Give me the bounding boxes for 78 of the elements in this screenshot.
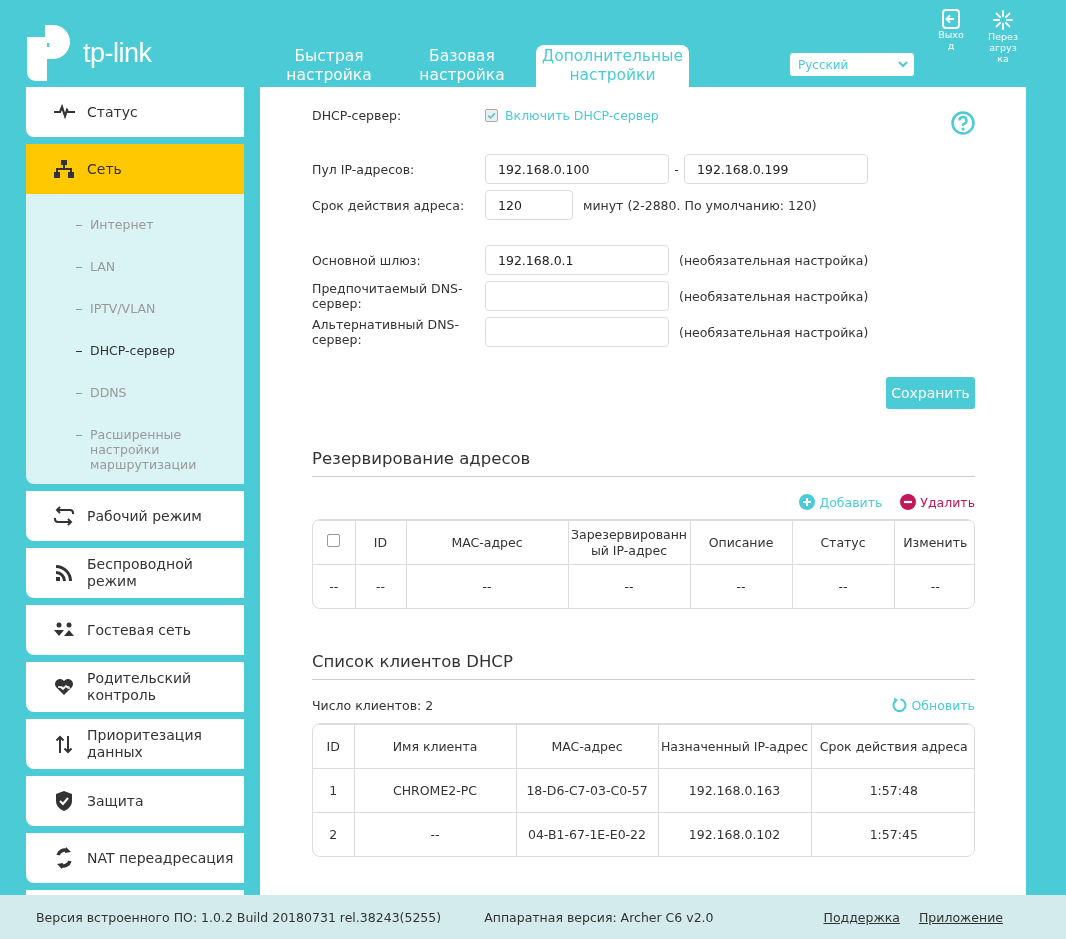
column-header: Срок действия адреса bbox=[811, 724, 974, 769]
table-cell: 1:57:45 bbox=[811, 812, 974, 856]
sidebar-item[interactable]: Родительский контроль bbox=[26, 662, 244, 712]
column-header: ID bbox=[355, 520, 406, 565]
input-field[interactable]: 192.168.0.199 bbox=[684, 154, 868, 184]
field-label: DHCP-сервер: bbox=[312, 107, 403, 123]
checkbox[interactable] bbox=[485, 108, 498, 122]
sidebar-item[interactable]: Приоритезация данных bbox=[26, 719, 244, 769]
column-header: MAC-адрес bbox=[406, 520, 568, 565]
section-title: Резервирование адресов bbox=[312, 449, 975, 477]
column-header: Имя клиента bbox=[354, 724, 516, 769]
sidebar-item[interactable]: NAT переадресация bbox=[26, 833, 244, 883]
field-hint: (необязательная настройка) bbox=[679, 324, 869, 340]
plus-circle-icon bbox=[799, 494, 816, 510]
checkbox[interactable] bbox=[327, 534, 341, 547]
circular-arrows-icon bbox=[53, 847, 75, 869]
dash-icon bbox=[76, 351, 82, 352]
sidebar-item[interactable]: Защита bbox=[26, 776, 244, 826]
heart-icon bbox=[53, 676, 75, 698]
table-cell: -- bbox=[313, 564, 355, 608]
help-icon[interactable] bbox=[951, 111, 975, 135]
footer-link[interactable]: Поддержка bbox=[823, 909, 900, 925]
sidebar-item[interactable]: Беспроводной режим bbox=[26, 548, 244, 598]
input-field[interactable] bbox=[485, 317, 669, 347]
dash-icon bbox=[76, 393, 82, 394]
column-header: ID bbox=[313, 724, 354, 769]
table-cell: 18-D6-C7-03-C0-57 bbox=[516, 768, 658, 813]
sidebar-item[interactable]: Статус bbox=[26, 87, 244, 137]
column-header: Зарезервированный IP-адрес bbox=[568, 520, 690, 565]
field-hint: минут (2-2880. По умолчанию: 120) bbox=[583, 197, 817, 213]
network-icon bbox=[53, 158, 75, 180]
range-separator: - bbox=[673, 161, 680, 177]
submenu-item[interactable]: DHCP-сервер bbox=[76, 343, 244, 385]
field-label: Основной шлюз: bbox=[312, 252, 422, 268]
field-label: Пул IP-адресов: bbox=[312, 161, 416, 177]
table-cell: -- bbox=[894, 564, 974, 608]
input-field[interactable] bbox=[485, 281, 669, 311]
table-cell: 2 bbox=[313, 812, 354, 856]
logout-icon bbox=[941, 9, 961, 29]
sidebar-item[interactable]: Рабочий режим bbox=[26, 491, 244, 541]
input-field[interactable]: 120 bbox=[485, 190, 573, 220]
column-header: Описание bbox=[690, 520, 792, 565]
reboot-icon bbox=[992, 9, 1014, 31]
sidebar-item[interactable]: Сеть bbox=[26, 144, 244, 194]
field-hint: (необязательная настройка) bbox=[679, 252, 869, 268]
shield-icon bbox=[53, 790, 75, 812]
toolbar-action[interactable]: Удалить bbox=[900, 494, 975, 510]
chevron-down-icon bbox=[898, 61, 908, 68]
dash-icon bbox=[76, 267, 82, 268]
signal-icon bbox=[53, 562, 75, 584]
column-header: Назначенный IP-адрес bbox=[658, 724, 811, 769]
footer-link[interactable]: Приложение bbox=[918, 909, 1003, 925]
language-value: Русский bbox=[798, 57, 849, 72]
table-cell: 1 bbox=[313, 768, 354, 813]
logo-text: tp-link bbox=[83, 37, 152, 69]
firmware-version: Версия встроенного ПО: 1.0.2 Build 20180731 rel.38243(5255) bbox=[36, 909, 442, 925]
up-down-arrows-icon bbox=[53, 733, 75, 755]
minus-circle-icon bbox=[900, 494, 917, 510]
column-header: MAC-адрес bbox=[516, 724, 658, 769]
client-count: Число клиентов: 2 bbox=[312, 697, 434, 713]
hardware-version: Аппаратная версия: Archer C6 v2.0 bbox=[484, 909, 714, 925]
field-hint: (необязательная настройка) bbox=[679, 288, 869, 304]
refresh-icon bbox=[891, 697, 908, 713]
field-label: Предпочитаемый DNS-сервер: bbox=[312, 281, 464, 311]
input-field[interactable]: 192.168.0.100 bbox=[485, 154, 669, 184]
table-cell: CHROME2-PC bbox=[354, 768, 516, 813]
sidebar-item[interactable]: Гостевая сеть bbox=[26, 605, 244, 655]
loop-arrows-icon bbox=[53, 505, 75, 527]
table-cell: 192.168.0.163 bbox=[658, 768, 811, 813]
section-title: Список клиентов DHCP bbox=[312, 652, 975, 680]
field-label: Срок действия адреса: bbox=[312, 197, 466, 213]
dash-icon bbox=[76, 435, 82, 436]
dash-icon bbox=[76, 225, 82, 226]
field-label: Альтернативный DNS-сервер: bbox=[312, 317, 460, 347]
input-field[interactable]: 192.168.0.1 bbox=[485, 245, 669, 275]
column-header: Статус bbox=[792, 520, 894, 565]
dash-icon bbox=[76, 309, 82, 310]
column-header: Изменить bbox=[894, 520, 974, 565]
